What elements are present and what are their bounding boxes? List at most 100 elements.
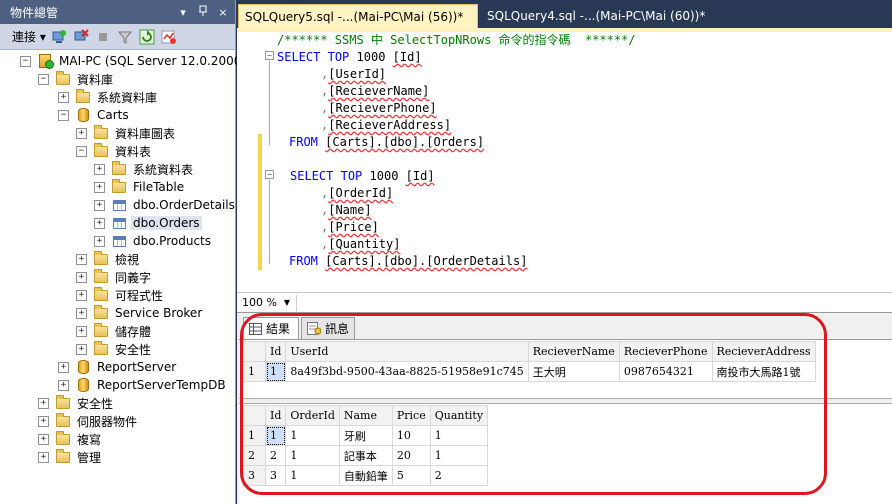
expand-icon[interactable]: + (94, 181, 105, 193)
expand-icon[interactable]: + (58, 91, 69, 103)
table-row[interactable]: 3 3 1 自動鉛筆 5 2 (243, 465, 489, 486)
expand-icon[interactable]: + (38, 415, 49, 427)
disconnect-icon[interactable] (72, 28, 90, 46)
expand-icon[interactable]: + (94, 235, 105, 247)
grid-cell[interactable]: 2 (264, 445, 287, 466)
expand-icon[interactable]: + (58, 361, 69, 373)
grid-cell[interactable]: 王大明 (527, 361, 620, 382)
grid-cell[interactable]: 自動鉛筆 (338, 465, 393, 486)
grid-splitter[interactable] (239, 398, 892, 404)
tree-node[interactable]: + 資料庫圖表 (76, 124, 177, 142)
grid-corner[interactable] (243, 405, 266, 426)
grid-cell[interactable]: 2 (429, 465, 489, 486)
tree-node[interactable]: + ReportServerTempDB (58, 376, 228, 394)
column-header[interactable]: Name (338, 405, 393, 426)
filter-icon[interactable] (116, 28, 134, 46)
query-editor[interactable]: − − /****** SSMS 中 SelectTopNRows 命令的指令碼… (237, 28, 892, 292)
expand-icon[interactable]: + (76, 343, 87, 355)
tree-node[interactable]: + 管理 (38, 448, 103, 466)
column-header[interactable]: Price (391, 405, 431, 426)
tab-sqlquery5[interactable]: SQLQuery5.sql -...(Mai-PC\Mai (56))* (238, 4, 478, 28)
tree-node[interactable]: + 檢視 (76, 250, 141, 268)
tree-node[interactable]: + FileTable (94, 178, 186, 196)
activity-monitor-icon[interactable] (160, 28, 178, 46)
collapse-icon[interactable]: − (20, 55, 31, 67)
expand-icon[interactable]: + (76, 307, 87, 319)
tree-node[interactable]: + ReportServer (58, 358, 178, 376)
table-row[interactable]: 1 1 1 牙刷 10 1 (243, 425, 489, 446)
collapse-icon[interactable]: − (38, 73, 49, 85)
expand-icon[interactable]: + (38, 433, 49, 445)
tree-node[interactable]: + dbo.OrderDetails (94, 196, 237, 214)
collapse-icon[interactable]: − (58, 109, 69, 121)
grid-cell[interactable]: 1 (429, 445, 489, 466)
row-header[interactable]: 1 (243, 425, 266, 446)
tree-node[interactable]: + 安全性 (38, 394, 115, 412)
grid-cell[interactable]: 記事本 (338, 445, 393, 466)
tree-node[interactable]: + 儲存體 (76, 322, 153, 340)
close-icon[interactable]: × (215, 6, 231, 19)
dropdown-icon[interactable]: ▾ (175, 6, 191, 19)
grid-cell[interactable]: 10 (391, 425, 431, 446)
grid-corner[interactable] (243, 341, 266, 362)
tree-node[interactable]: − 資料庫 (38, 70, 115, 88)
tree-node[interactable]: + 複寫 (38, 430, 103, 448)
refresh-icon[interactable] (138, 28, 156, 46)
zoom-select[interactable]: 100 % ▼ (237, 294, 297, 311)
connect-button[interactable]: 連接 ▾ (12, 28, 46, 45)
pin-icon[interactable] (195, 5, 211, 20)
grid-cell[interactable]: 20 (391, 445, 431, 466)
tree-node[interactable]: + 安全性 (76, 340, 153, 358)
connect-object-explorer-icon[interactable] (50, 28, 68, 46)
row-header[interactable]: 3 (243, 465, 266, 486)
expand-icon[interactable]: + (76, 271, 87, 283)
column-header[interactable]: RecieverPhone (618, 341, 713, 362)
column-header[interactable]: RecieverName (527, 341, 620, 362)
expand-icon[interactable]: + (76, 127, 87, 139)
column-header[interactable]: Id (264, 341, 287, 362)
row-header[interactable]: 1 (243, 361, 266, 382)
column-header[interactable]: RecieverAddress (711, 341, 816, 362)
collapse-icon[interactable]: − (76, 145, 87, 157)
collapse-region-icon[interactable]: − (265, 51, 274, 60)
tab-results[interactable]: 結果 (243, 317, 299, 339)
expand-icon[interactable]: + (94, 199, 105, 211)
grid-cell[interactable]: 5 (391, 465, 431, 486)
expand-icon[interactable]: + (38, 397, 49, 409)
column-header[interactable]: UserId (285, 341, 529, 362)
tree-node[interactable]: + 伺服器物件 (38, 412, 139, 430)
grid-cell[interactable]: 1 (429, 425, 489, 446)
table-row[interactable]: 1 1 8a49f3bd-9500-43aa-8825-51958e91c745 王大… (243, 361, 816, 382)
tab-messages[interactable]: 訊息 (301, 317, 355, 339)
tree-node[interactable]: + 系統資料庫 (58, 88, 159, 106)
expand-icon[interactable]: + (94, 163, 105, 175)
grid-cell[interactable]: 1 (264, 425, 287, 446)
results-grid-orderdetails[interactable]: Id OrderId Name Price Quantity 1 1 1 牙刷 10 1 2 2 1 記事本… (243, 405, 489, 486)
row-header[interactable]: 2 (243, 445, 266, 466)
tree-node[interactable]: − 資料表 (76, 142, 153, 160)
tree-node[interactable]: + dbo.Orders (94, 214, 202, 232)
grid-cell[interactable]: 1 (285, 425, 340, 446)
tree-node[interactable]: + 同義字 (76, 268, 153, 286)
expand-icon[interactable]: + (58, 379, 69, 391)
column-header[interactable]: Quantity (429, 405, 489, 426)
grid-cell[interactable]: 0987654321 (618, 361, 713, 382)
tree-node[interactable]: − Carts (58, 106, 131, 124)
grid-cell[interactable]: 南投市大馬路1號 (711, 361, 816, 382)
expand-icon[interactable]: + (76, 253, 87, 265)
tree-node[interactable]: + 可程式性 (76, 286, 165, 304)
grid-cell[interactable]: 8a49f3bd-9500-43aa-8825-51958e91c745 (285, 361, 529, 382)
tree-node[interactable]: + dbo.Products (94, 232, 213, 250)
expand-icon[interactable]: + (94, 217, 105, 229)
tree-node[interactable]: + Service Broker (76, 304, 204, 322)
expand-icon[interactable]: + (76, 289, 87, 301)
grid-cell[interactable]: 1 (285, 465, 340, 486)
column-header[interactable]: OrderId (285, 405, 340, 426)
collapse-region-icon[interactable]: − (265, 170, 274, 179)
table-row[interactable]: 2 2 1 記事本 20 1 (243, 445, 489, 466)
tree-node[interactable]: − MAI-PC (SQL Server 12.0.2000 - (20, 52, 252, 70)
expand-icon[interactable]: + (76, 325, 87, 337)
tree-node[interactable]: + 系統資料表 (94, 160, 195, 178)
results-grid-orders[interactable]: Id UserId RecieverName RecieverPhone Recieve… (243, 341, 816, 382)
expand-icon[interactable]: + (38, 451, 49, 463)
